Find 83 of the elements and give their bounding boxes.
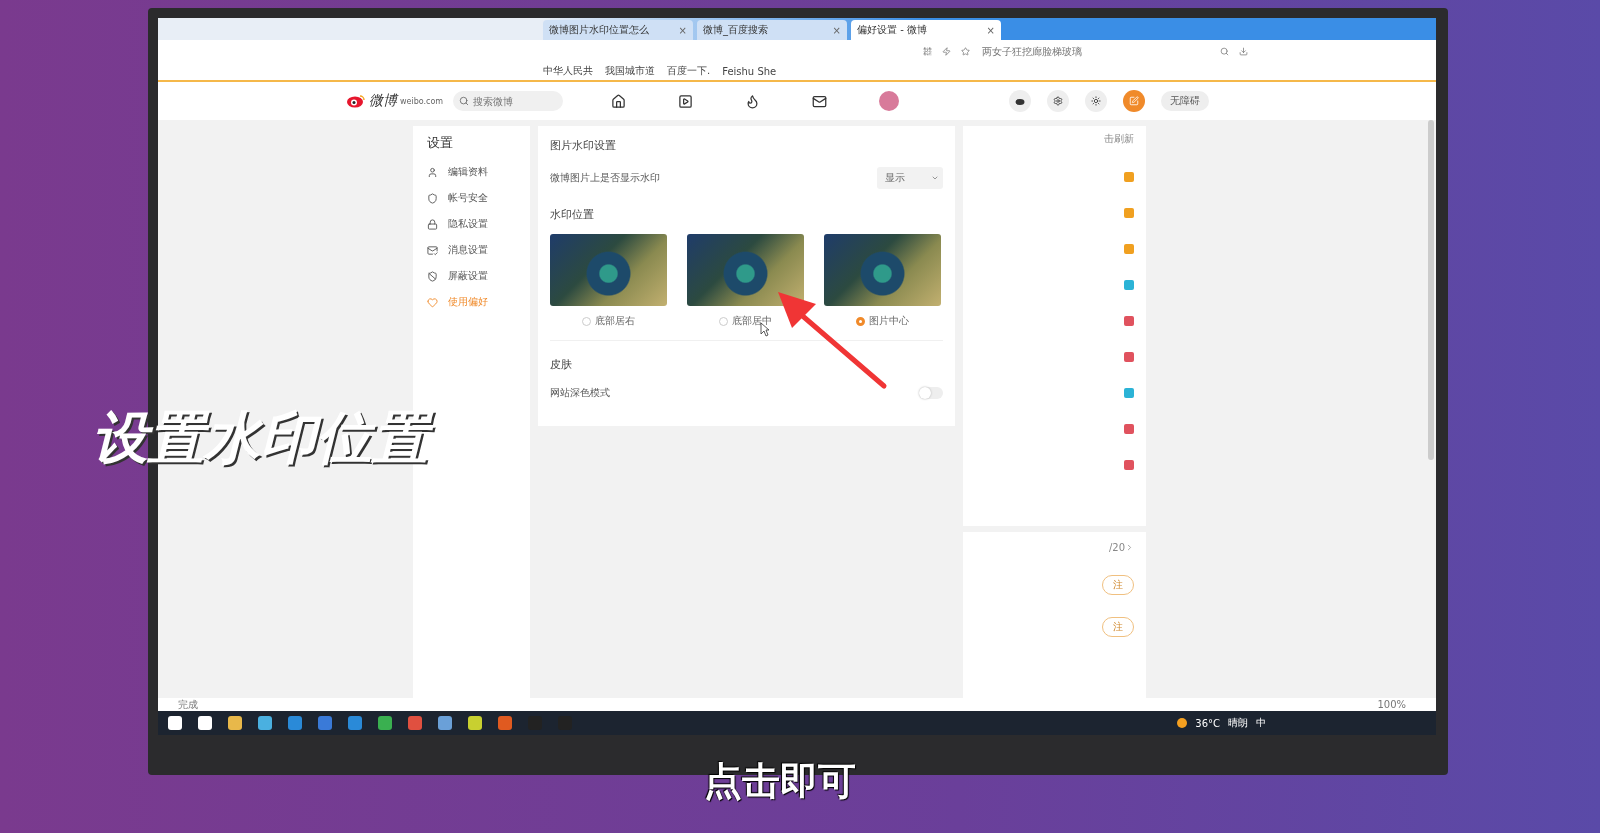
ime-indicator[interactable]: 中 [1256,716,1266,730]
app-icon[interactable] [378,716,392,730]
search-icon [459,96,470,106]
bookmark-link[interactable]: 我国城市道 [605,64,655,78]
shield-icon [427,192,438,204]
select-value: 显示 [885,171,905,185]
app-icon[interactable] [198,716,212,730]
sidebar-item[interactable]: 隐私设置 [427,216,516,232]
app-icon[interactable] [348,716,362,730]
close-button[interactable]: × [678,24,687,36]
section-title: 图片水印设置 [550,138,617,153]
caret-icon [931,174,939,182]
chevron-icon[interactable] [1125,543,1134,552]
setting-label: 网站深色模式 [550,386,610,400]
accessibility-button[interactable]: 无障碍 [1161,91,1210,111]
mail-icon [427,244,438,256]
toggle-switch[interactable] [919,387,943,399]
browser-tab[interactable]: 偏好设置 - 微博 × [851,20,1001,40]
setting-label: 微博图片上是否显示水印 [550,171,660,185]
tab-title: 微博图片水印位置怎么 [549,23,649,37]
settings-button[interactable] [1047,90,1070,112]
status-text: 完成 [178,697,198,712]
close-button[interactable]: × [986,24,995,36]
settings-icon [1053,96,1064,106]
section-title: 水印位置 [550,207,595,222]
sun-icon [1091,96,1102,106]
search-field[interactable]: 两女子狂挖廊脸梯玻璃 [980,44,1210,58]
pencil-icon [1129,96,1140,106]
lightning-icon[interactable] [942,46,951,56]
sidebar-item[interactable]: 帐号安全 [427,190,516,206]
app-icon[interactable] [468,716,482,730]
sidebar-item[interactable]: 屏蔽设置 [427,268,516,284]
avatar[interactable] [879,91,900,111]
sidebar-item[interactable]: 编辑资料 [427,164,516,180]
cloud-icon [1015,97,1026,105]
search-field[interactable]: 搜索微博 [453,91,564,111]
weather-text: 36°C [1195,717,1220,729]
browser-tab[interactable]: 微博_百度搜索 × [697,20,847,40]
app-icon[interactable] [498,716,512,730]
bookmark-link[interactable]: 百度一下. [667,64,711,78]
radio-option[interactable]: 底部居右 [582,314,635,328]
bookmark-link[interactable]: 中华人民共 [543,64,593,78]
download-icon[interactable] [1239,46,1248,56]
video-icon[interactable] [678,93,694,109]
star-icon[interactable] [961,46,970,56]
zoom-text: 100% [1377,699,1406,710]
home-icon[interactable] [611,93,627,109]
heart-icon [427,296,438,308]
compose-button[interactable] [1123,90,1146,112]
radio-option[interactable]: 底部居中 [719,314,772,328]
logo-subtext: weibo.com [400,96,444,106]
app-icon[interactable] [318,716,332,730]
qr-icon[interactable] [923,46,932,56]
app-icon[interactable] [408,716,422,730]
tab-title: 偏好设置 - 微博 [857,23,927,37]
tab-title: 微博_百度搜索 [703,23,768,37]
scrollbar[interactable] [1428,120,1434,460]
eye-logo-icon [346,94,366,108]
watermark-select[interactable]: 显示 [877,167,943,189]
sun-button[interactable] [1085,90,1108,112]
close-button[interactable]: × [832,24,841,36]
radio-option[interactable]: 图片中心 [856,314,909,328]
app-icon[interactable] [438,716,452,730]
refresh-link[interactable]: 击刷新 [1104,132,1134,146]
logo-text: 微博 [369,92,397,110]
mail-icon[interactable] [812,93,828,109]
section-title: 皮肤 [550,357,573,372]
app-icon[interactable] [168,716,182,730]
lock-icon [427,218,438,230]
sun-icon [1177,718,1188,728]
shield-icon [427,270,438,282]
sidebar-title: 设置 [427,134,454,152]
cloud-button[interactable] [1009,90,1032,112]
app-icon[interactable] [288,716,302,730]
browser-tab[interactable]: 微博图片水印位置怎么 × [543,20,693,40]
page-count: /20 [1108,542,1125,553]
sidebar-item[interactable]: 消息设置 [427,242,516,258]
search-icon[interactable] [1220,46,1229,56]
app-icon[interactable] [228,716,242,730]
user-icon [427,166,438,178]
weather-text: 晴朗 [1228,716,1248,730]
bookmark-link[interactable]: Feishu She [722,65,777,77]
app-icon[interactable] [258,716,272,730]
